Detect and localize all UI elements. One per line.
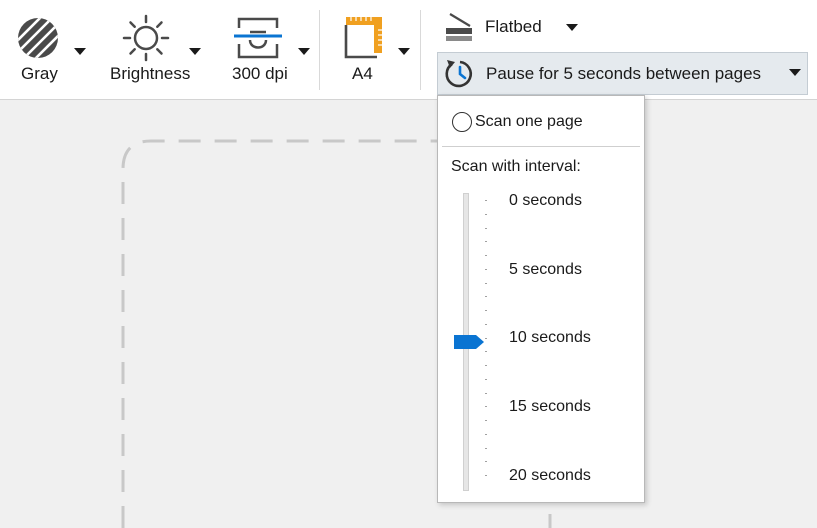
interval-option[interactable]: 15 seconds bbox=[509, 398, 591, 416]
scan-one-page-radio[interactable] bbox=[452, 112, 472, 132]
slider-tick bbox=[485, 310, 487, 311]
color-mode-button[interactable]: Gray bbox=[0, 0, 95, 100]
page-size-icon bbox=[344, 17, 382, 59]
slider-tick bbox=[485, 461, 487, 463]
slider-tick bbox=[485, 351, 487, 353]
slider-tick bbox=[485, 200, 487, 201]
interval-option[interactable]: 0 seconds bbox=[509, 192, 582, 210]
page-size-button[interactable]: A4 bbox=[330, 0, 415, 100]
slider-tick bbox=[485, 255, 487, 256]
scan-preview-area bbox=[121, 139, 552, 528]
color-mode-label: Gray bbox=[21, 64, 58, 83]
slider-tick bbox=[485, 365, 487, 366]
pause-interval-popup: Scan one page Scan with interval: 0 seco… bbox=[437, 95, 645, 503]
slider-tick bbox=[485, 475, 487, 476]
resolution-dropdown-icon[interactable] bbox=[298, 48, 310, 55]
timer-icon bbox=[445, 60, 473, 88]
resolution-button[interactable]: 300 dpi bbox=[225, 0, 315, 100]
interval-option[interactable]: 10 seconds bbox=[509, 329, 591, 347]
page-pause-dropdown-icon[interactable] bbox=[789, 69, 801, 76]
slider-tick bbox=[485, 420, 487, 421]
toolbar: Gray Brightness 300 dpi A4 Flatbed Pause… bbox=[0, 0, 817, 100]
slider-tick bbox=[485, 447, 487, 449]
slider-tick bbox=[485, 392, 487, 394]
slider-tick bbox=[485, 378, 487, 380]
slider-tick bbox=[485, 406, 487, 408]
page-pause-label: Pause for 5 seconds between pages bbox=[486, 64, 762, 83]
page-size-dropdown-icon[interactable] bbox=[398, 48, 410, 55]
slider-tick bbox=[485, 337, 487, 339]
slider-tick bbox=[485, 282, 487, 284]
brightness-label: Brightness bbox=[110, 64, 191, 83]
brightness-dropdown-icon[interactable] bbox=[189, 48, 201, 55]
slider-tick bbox=[485, 268, 487, 270]
toolbar-divider bbox=[420, 10, 421, 90]
brightness-button[interactable]: Brightness bbox=[105, 0, 205, 100]
slider-tick bbox=[485, 227, 487, 229]
sun-icon bbox=[122, 14, 170, 62]
scan-one-page-label: Scan one page bbox=[475, 113, 583, 130]
scan-source-button[interactable]: Flatbed bbox=[440, 8, 600, 46]
slider-tick bbox=[485, 213, 487, 215]
flatbed-scanner-icon bbox=[446, 13, 472, 41]
interval-option[interactable]: 20 seconds bbox=[509, 467, 591, 485]
popup-divider bbox=[442, 146, 640, 147]
toolbar-divider bbox=[319, 10, 320, 90]
slider-tick bbox=[485, 323, 487, 325]
resolution-label: 300 dpi bbox=[232, 64, 288, 83]
page-size-label: A4 bbox=[352, 64, 373, 83]
color-mode-dropdown-icon[interactable] bbox=[74, 48, 86, 55]
slider-tick bbox=[485, 241, 487, 243]
scan-source-label: Flatbed bbox=[485, 17, 542, 36]
slider-tick bbox=[485, 433, 487, 435]
page-outline bbox=[121, 139, 437, 528]
page-pause-button[interactable]: Pause for 5 seconds between pages bbox=[437, 52, 808, 95]
gray-mode-icon bbox=[18, 18, 58, 58]
scan-interval-title: Scan with interval: bbox=[451, 158, 581, 175]
slider-tick bbox=[485, 296, 487, 298]
interval-option[interactable]: 5 seconds bbox=[509, 261, 582, 279]
resolution-icon bbox=[234, 17, 282, 59]
interval-slider-thumb[interactable] bbox=[454, 335, 484, 349]
scan-source-dropdown-icon[interactable] bbox=[566, 24, 578, 31]
